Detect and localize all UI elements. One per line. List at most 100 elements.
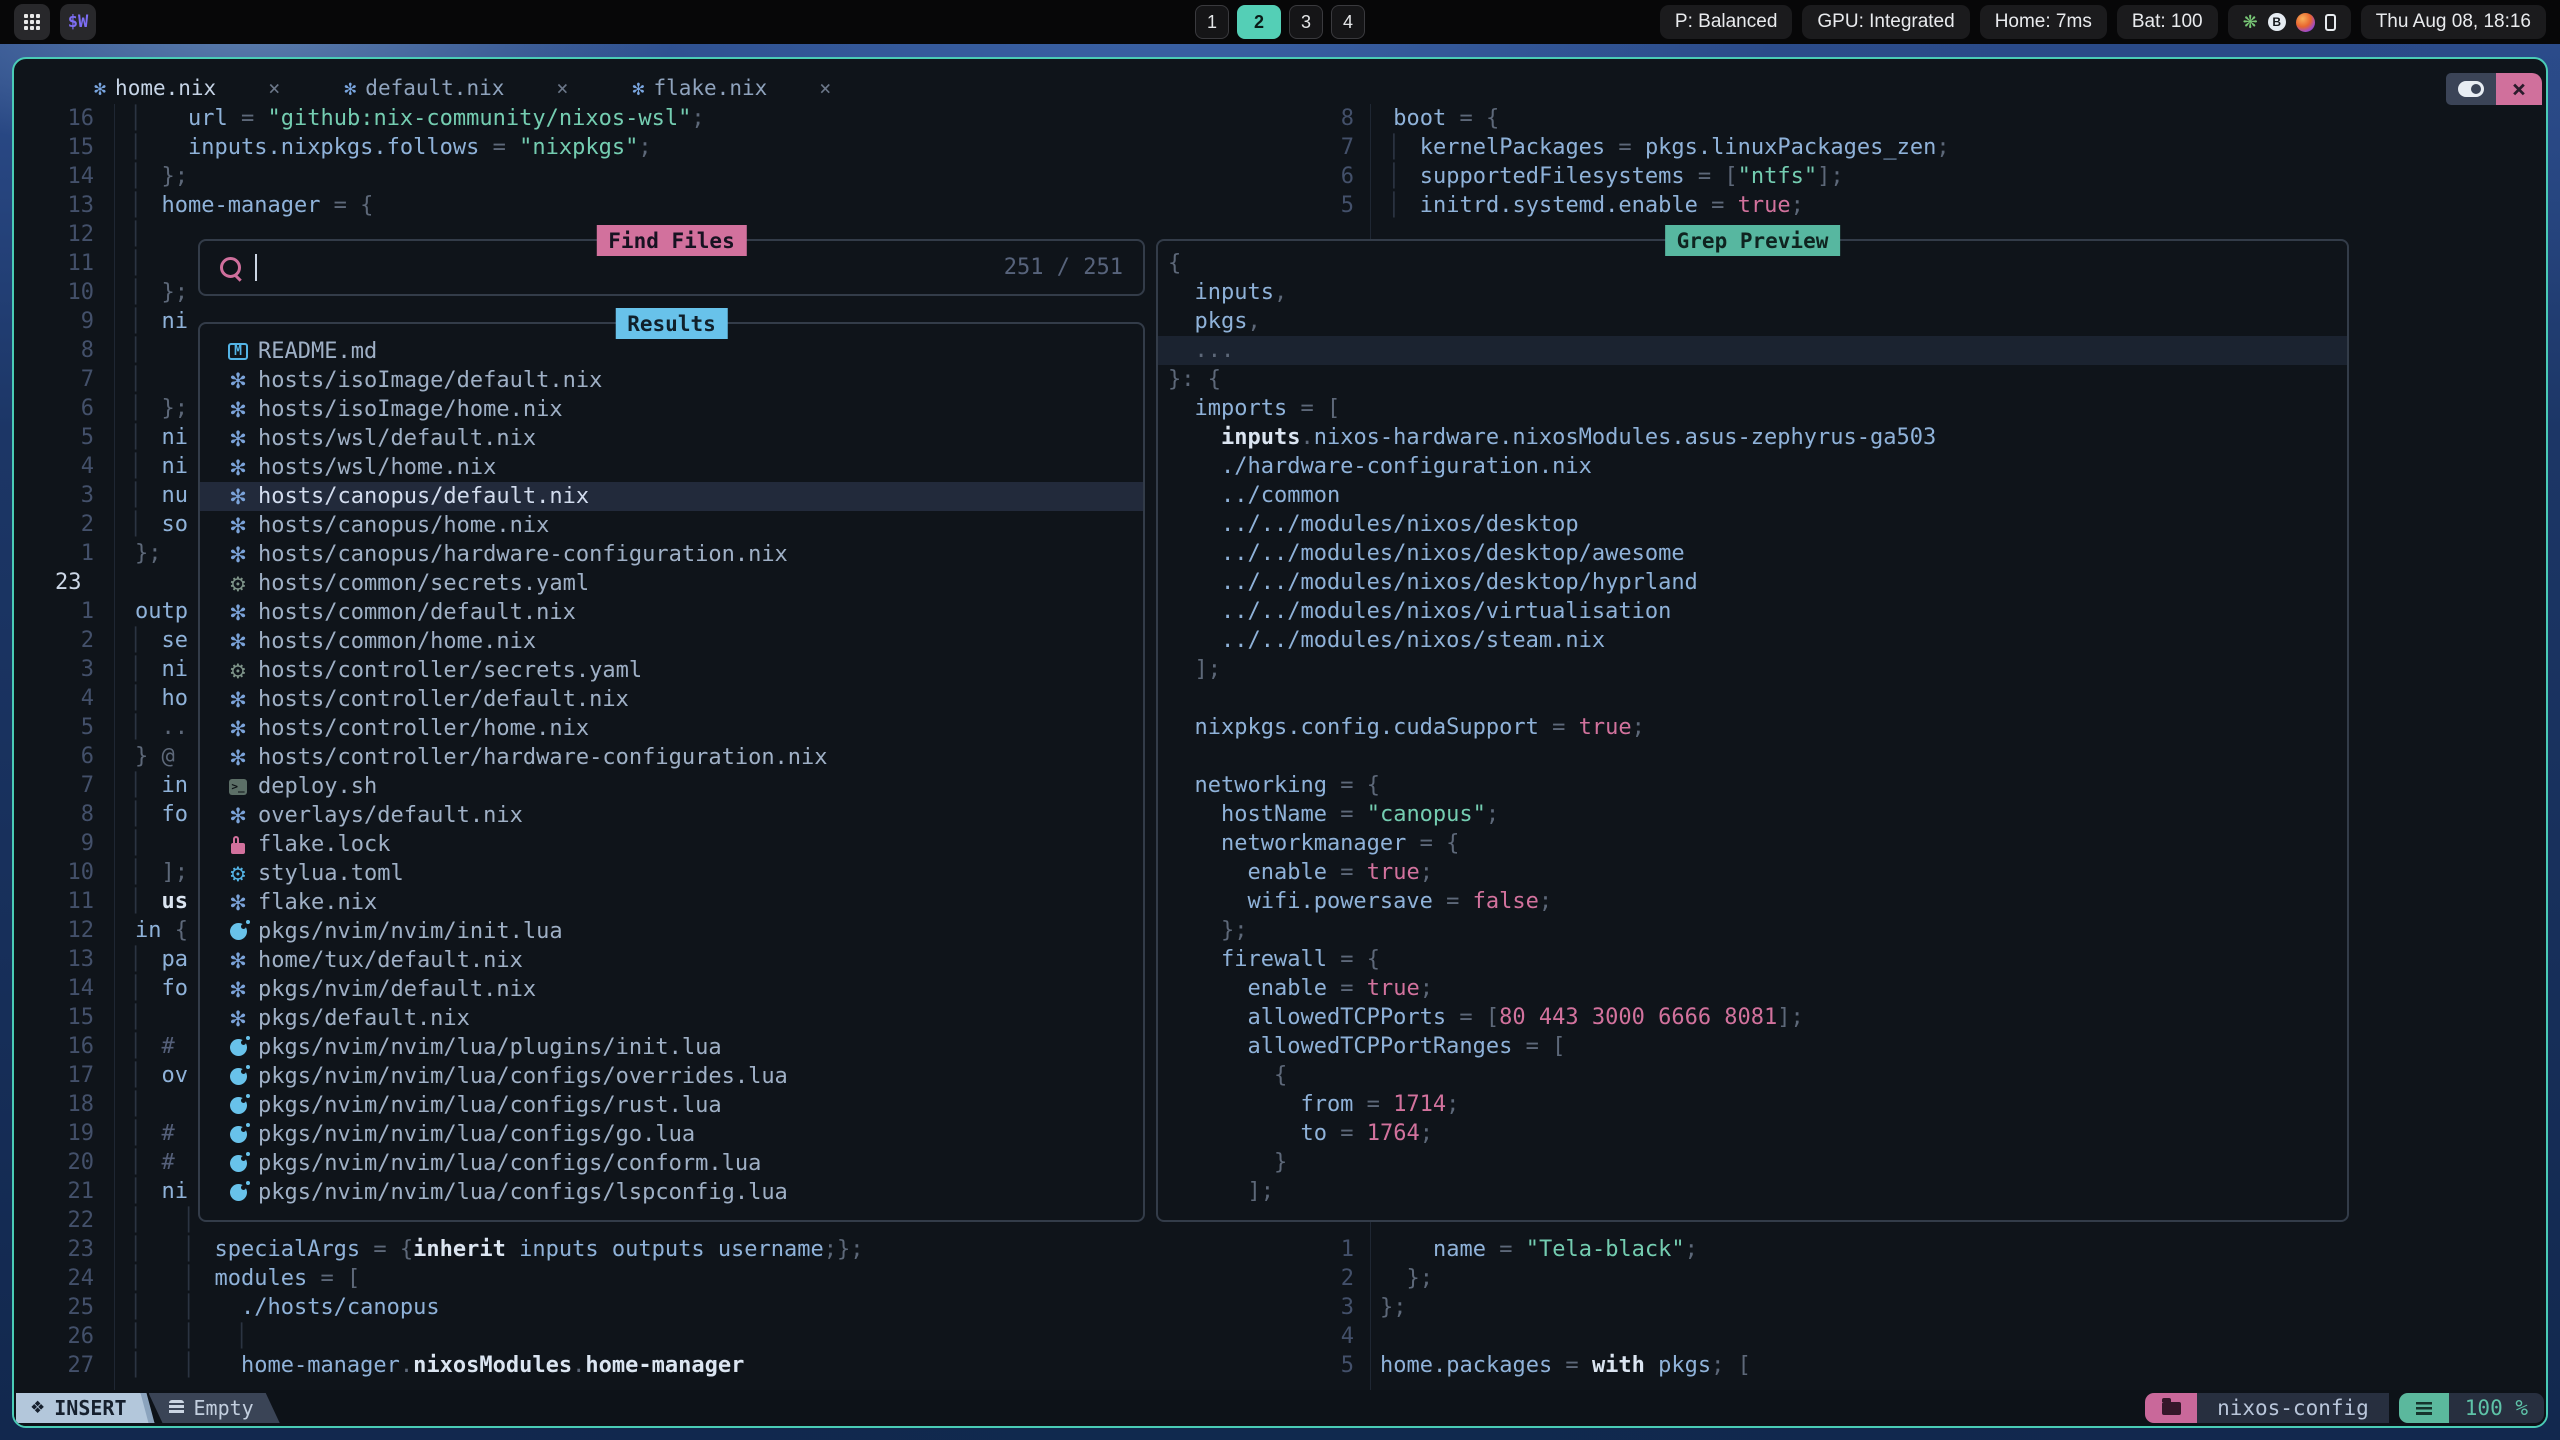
- line-number: 8: [14, 800, 94, 829]
- preview-code-line: ../../modules/nixos/steam.nix: [1158, 626, 2347, 655]
- code-line: 5 ▏ initrd.systemd.enable = true;: [1244, 191, 2534, 220]
- preview-code-line: ./hardware-configuration.nix: [1158, 452, 2347, 481]
- code-line: 3};: [1244, 1293, 2534, 1322]
- result-item[interactable]: ✻flake.nix: [200, 888, 1143, 917]
- result-item[interactable]: pkgs/nvim/nvim/lua/configs/go.lua: [200, 1120, 1143, 1149]
- tab-flake.nix[interactable]: ✻flake.nix×: [632, 76, 831, 100]
- right-editor-pane-top[interactable]: 8 boot = {7 ▏ kernelPackages = pkgs.linu…: [1244, 104, 2534, 220]
- preview-code-line: pkgs,: [1158, 307, 2347, 336]
- result-item[interactable]: ✻hosts/common/home.nix: [200, 627, 1143, 656]
- result-item[interactable]: MREADME.md: [200, 337, 1143, 366]
- window-close-button[interactable]: ×: [2496, 73, 2542, 105]
- result-label: pkgs/nvim/nvim/lua/configs/lspconfig.lua: [258, 1180, 788, 1205]
- line-number: 20: [14, 1148, 94, 1177]
- app-launcher-button[interactable]: [14, 4, 50, 40]
- tabline-tabs: ✻home.nix× ✻default.nix× ✻flake.nix×: [94, 76, 895, 100]
- result-item[interactable]: pkgs/nvim/nvim/lua/configs/conform.lua: [200, 1149, 1143, 1178]
- code-line: 1 name = "Tela-black";: [1244, 1235, 2534, 1264]
- workspace-4[interactable]: 4: [1331, 5, 1365, 39]
- line-number: 5: [14, 423, 94, 452]
- result-item[interactable]: ✻pkgs/nvim/default.nix: [200, 975, 1143, 1004]
- status-pill: P: Balanced: [1660, 5, 1792, 39]
- result-item[interactable]: ✻home/tux/default.nix: [200, 946, 1143, 975]
- result-item[interactable]: pkgs/nvim/nvim/init.lua: [200, 917, 1143, 946]
- preview-code-line: };: [1158, 916, 2347, 945]
- line-number: 19: [14, 1119, 94, 1148]
- lua-icon: [226, 1155, 250, 1172]
- result-item[interactable]: ✻hosts/isoImage/default.nix: [200, 366, 1143, 395]
- phone-icon[interactable]: [2325, 14, 2336, 31]
- result-label: pkgs/nvim/nvim/lua/configs/rust.lua: [258, 1093, 722, 1118]
- workspace-2[interactable]: 2: [1237, 5, 1281, 39]
- logo-button[interactable]: $W: [60, 4, 96, 40]
- result-item[interactable]: ⚙hosts/controller/secrets.yaml: [200, 656, 1143, 685]
- line-number: 2: [14, 510, 94, 539]
- tab-close-icon[interactable]: ×: [268, 76, 280, 100]
- status-pill: Bat: 100: [2117, 5, 2218, 39]
- line-number: 3: [14, 481, 94, 510]
- nix-icon: ✻: [226, 949, 250, 973]
- workspace-3[interactable]: 3: [1289, 5, 1323, 39]
- result-item[interactable]: ✻hosts/controller/default.nix: [200, 685, 1143, 714]
- preview-code-line: wifi.powersave = false;: [1158, 887, 2347, 916]
- result-label: pkgs/nvim/nvim/lua/configs/overrides.lua: [258, 1064, 788, 1089]
- nix-icon: ✻: [226, 717, 250, 741]
- clock[interactable]: Thu Aug 08, 18:16: [2361, 5, 2546, 39]
- result-item[interactable]: ✻hosts/canopus/home.nix: [200, 511, 1143, 540]
- workspace-1[interactable]: 1: [1195, 5, 1229, 39]
- result-label: pkgs/nvim/default.nix: [258, 977, 536, 1002]
- network-icon[interactable]: ❋: [2243, 12, 2258, 33]
- pin-toggle-button[interactable]: [2446, 73, 2496, 105]
- statusline-right: nixos-config 100 %: [2145, 1393, 2544, 1423]
- gear-icon: ⚙: [226, 572, 250, 596]
- result-item[interactable]: ✻hosts/common/default.nix: [200, 598, 1143, 627]
- tab-close-icon[interactable]: ×: [556, 76, 568, 100]
- tab-default.nix[interactable]: ✻default.nix×: [344, 76, 568, 100]
- topbar-status: P: BalancedGPU: IntegratedHome: 7msBat: …: [1660, 5, 2546, 39]
- result-item[interactable]: ✻hosts/isoImage/home.nix: [200, 395, 1143, 424]
- gear-icon: ⚙: [226, 862, 250, 886]
- line-number: 13: [14, 191, 94, 220]
- right-editor-pane-bottom[interactable]: 1 name = "Tela-black";2 };3};45home.pack…: [1244, 1235, 2534, 1380]
- nix-icon: ✻: [226, 514, 250, 538]
- result-item[interactable]: ⚙ hosts/common/secrets.yaml: [200, 569, 1143, 598]
- line-number: 3: [1244, 1293, 1354, 1322]
- result-label: pkgs/nvim/nvim/lua/configs/conform.lua: [258, 1151, 761, 1176]
- tab-close-icon[interactable]: ×: [819, 76, 831, 100]
- line-number: 5: [1244, 1351, 1354, 1380]
- result-item[interactable]: ✻hosts/wsl/default.nix: [200, 424, 1143, 453]
- result-item[interactable]: pkgs/nvim/nvim/lua/configs/rust.lua: [200, 1091, 1143, 1120]
- tab-home.nix[interactable]: ✻home.nix×: [94, 76, 280, 100]
- line-number: 4: [14, 452, 94, 481]
- nix-icon: ✻: [226, 398, 250, 422]
- result-item[interactable]: pkgs/nvim/nvim/lua/configs/overrides.lua: [200, 1062, 1143, 1091]
- result-item[interactable]: ✻hosts/canopus/hardware-configuration.ni…: [200, 540, 1143, 569]
- line-number: 17: [14, 1061, 94, 1090]
- result-item[interactable]: ✻hosts/canopus/default.nix: [200, 482, 1143, 511]
- result-item[interactable]: ✻hosts/wsl/home.nix: [200, 453, 1143, 482]
- line-number: 8: [1244, 104, 1354, 133]
- result-item[interactable]: ⚙stylua.toml: [200, 859, 1143, 888]
- result-item[interactable]: >_deploy.sh: [200, 772, 1143, 801]
- preview-code-line: allowedTCPPorts = [80 443 3000 6666 8081…: [1158, 1003, 2347, 1032]
- result-item[interactable]: ✻overlays/default.nix: [200, 801, 1143, 830]
- result-label: hosts/common/secrets.yaml: [258, 571, 589, 596]
- apps-grid-icon: [24, 14, 40, 30]
- result-label: hosts/common/home.nix: [258, 629, 536, 654]
- left-gutter-separator: [114, 104, 115, 1392]
- search-input[interactable]: [200, 241, 1143, 294]
- result-item[interactable]: ✻hosts/controller/home.nix: [200, 714, 1143, 743]
- code-line: 25▏ ▏ ./hosts/canopus: [14, 1293, 1174, 1322]
- code-line: 6 ▏ supportedFilesystems = ["ntfs"];: [1244, 162, 2534, 191]
- result-item[interactable]: pkgs/nvim/nvim/lua/plugins/init.lua: [200, 1033, 1143, 1062]
- result-item[interactable]: flake.lock: [200, 830, 1143, 859]
- result-item[interactable]: ✻pkgs/default.nix: [200, 1004, 1143, 1033]
- result-item[interactable]: ✻hosts/controller/hardware-configuration…: [200, 743, 1143, 772]
- bluetooth-icon[interactable]: B: [2268, 13, 2286, 31]
- line-number: 9: [14, 307, 94, 336]
- browser-icon[interactable]: [2296, 13, 2315, 32]
- result-item[interactable]: pkgs/nvim/nvim/lua/configs/lspconfig.lua: [200, 1178, 1143, 1207]
- status-pill: Home: 7ms: [1980, 5, 2107, 39]
- line-number: 12: [14, 220, 94, 249]
- result-label: README.md: [258, 339, 377, 364]
